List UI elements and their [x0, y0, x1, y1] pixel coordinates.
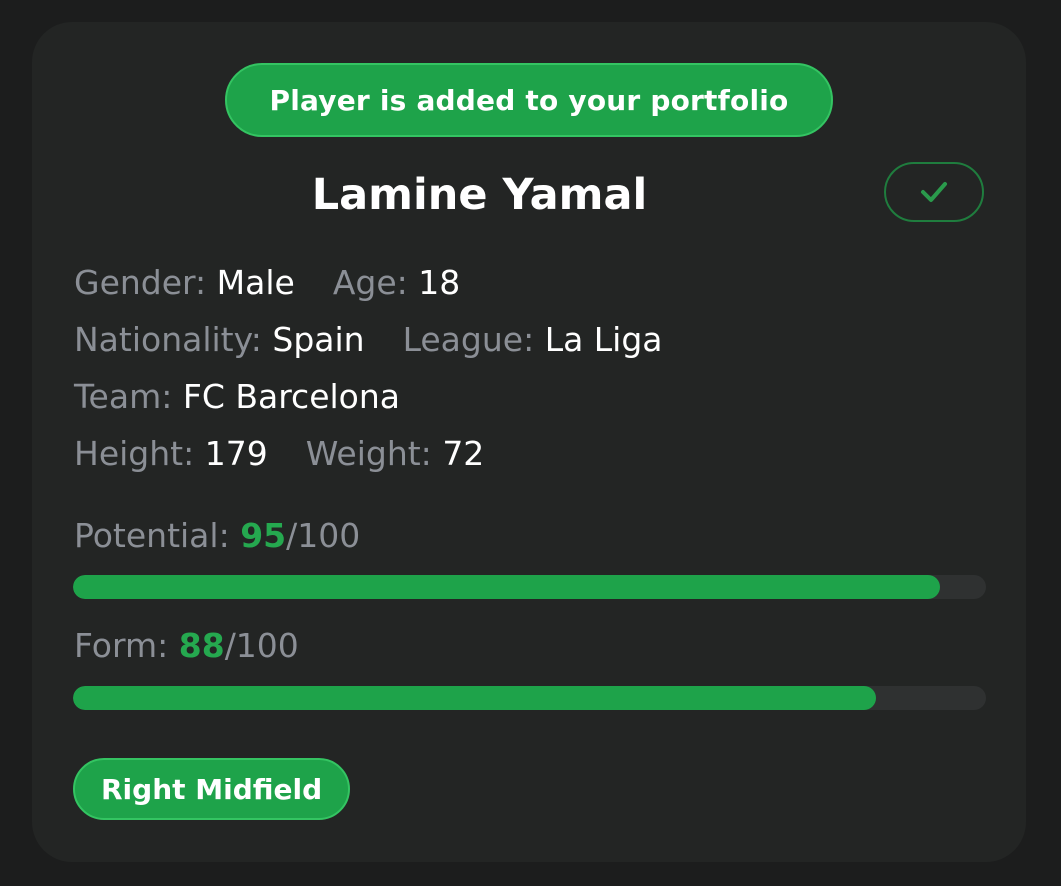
nationality-label: Nationality: [74, 320, 262, 359]
checkmark-icon [921, 182, 947, 202]
info-row-gender-age: Gender: Male Age: 18 [74, 263, 460, 303]
info-row-nationality-league: Nationality: Spain League: La Liga [74, 320, 663, 360]
form-bar-fill [73, 686, 877, 710]
gender-value: Male [216, 263, 295, 302]
league-label: League: [402, 320, 535, 359]
info-row-height-weight: Height: 179 Weight: 72 [74, 434, 484, 474]
confirm-button[interactable] [884, 162, 984, 222]
weight-label: Weight: [305, 434, 432, 473]
age-label: Age: [332, 263, 408, 302]
player-name: Lamine Yamal [311, 170, 648, 220]
toast-text: Player is added to your portfolio [269, 83, 789, 117]
team-value: FC Barcelona [182, 377, 401, 416]
height-label: Height: [74, 434, 195, 473]
potential-bar [73, 575, 986, 599]
age-value: 18 [418, 263, 461, 302]
potential-label: Potential: 95/100 [74, 516, 360, 556]
nationality-value: Spain [272, 320, 365, 359]
height-value: 179 [204, 434, 268, 473]
potential-label-text: Potential: [74, 516, 230, 555]
added-to-portfolio-toast: Player is added to your portfolio [225, 63, 833, 137]
potential-bar-fill [73, 575, 941, 599]
weight-value: 72 [442, 434, 485, 473]
form-label: Form: 88/100 [74, 626, 299, 666]
form-max: /100 [224, 626, 299, 665]
league-value: La Liga [544, 320, 663, 359]
gender-label: Gender: [74, 263, 207, 302]
team-label: Team: [74, 377, 173, 416]
player-card: Player is added to your portfolio Lamine… [32, 22, 1026, 862]
form-value: 88 [178, 626, 225, 665]
potential-max: /100 [286, 516, 361, 555]
info-row-team: Team: FC Barcelona [74, 377, 400, 417]
potential-value: 95 [240, 516, 287, 555]
position-badge: Right Midfield [73, 758, 351, 820]
form-bar [73, 686, 986, 710]
position-text: Right Midfield [101, 772, 323, 806]
form-label-text: Form: [74, 626, 169, 665]
